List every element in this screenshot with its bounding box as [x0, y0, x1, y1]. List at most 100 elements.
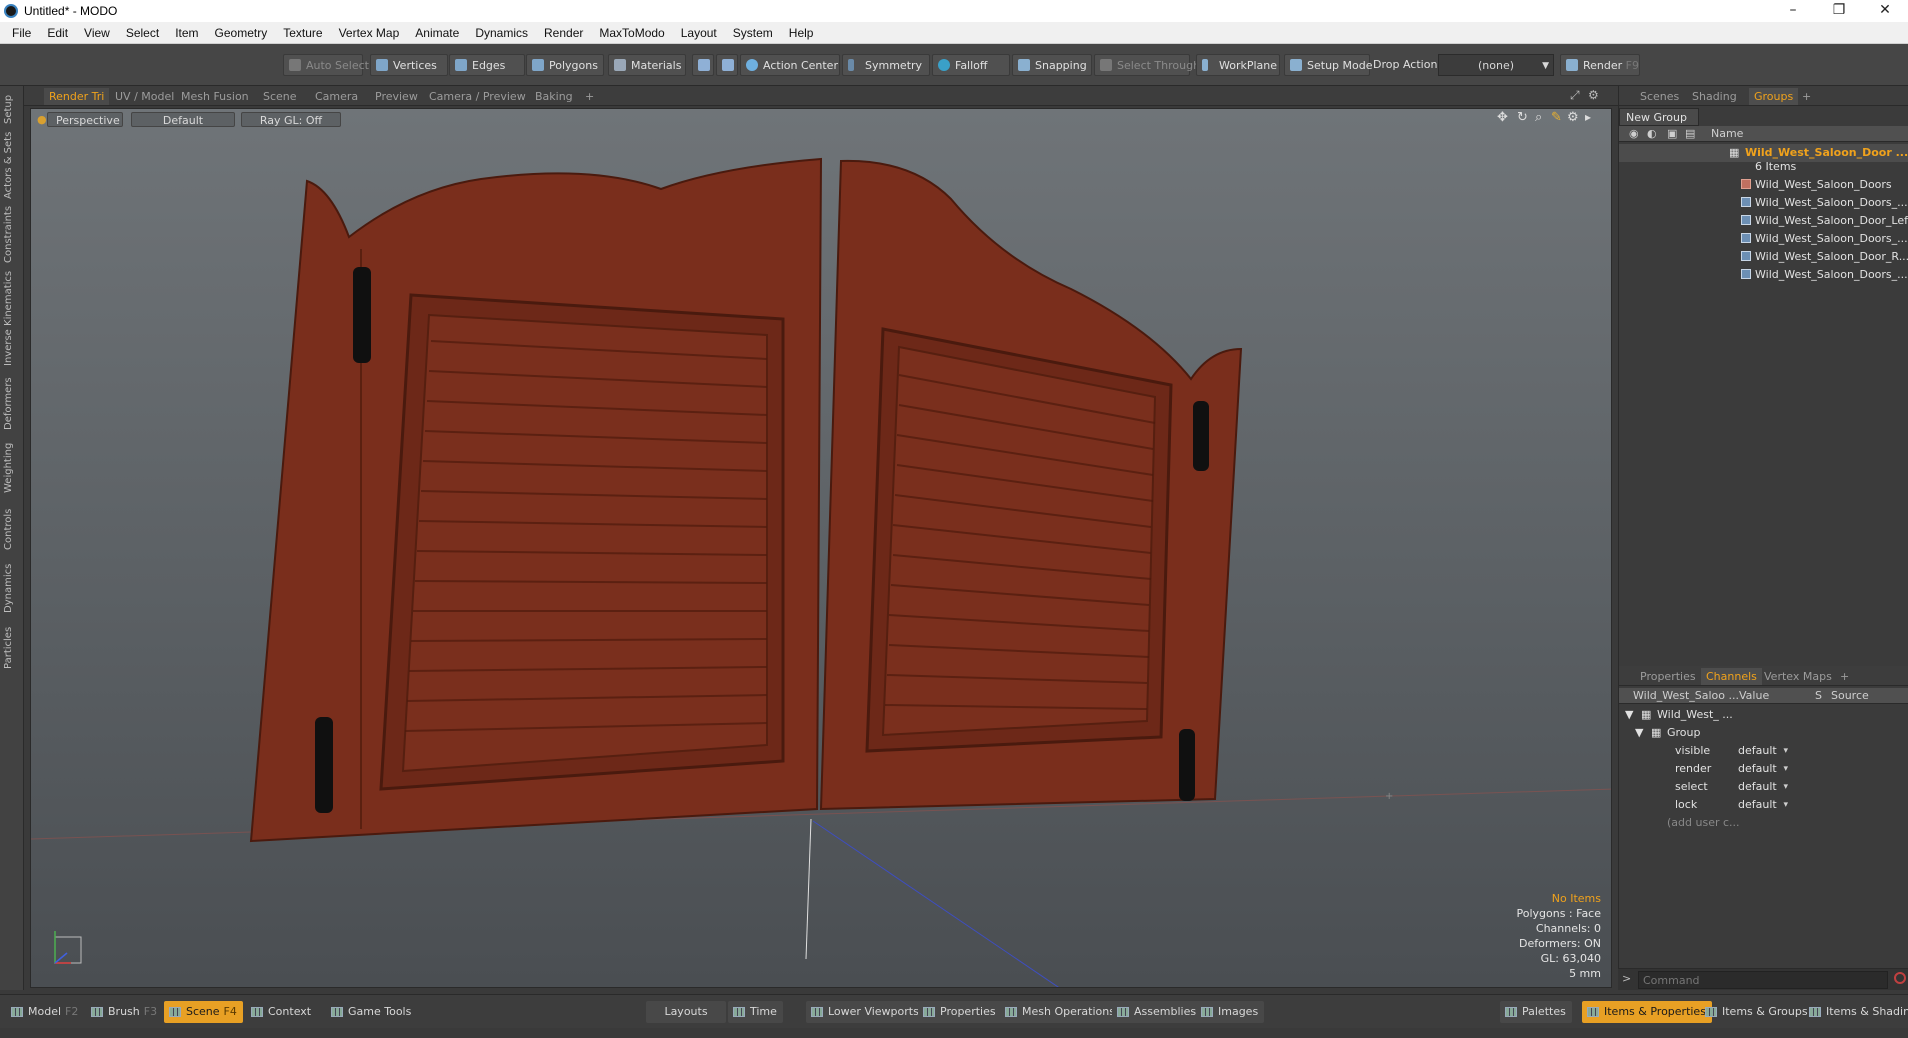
action-center-button[interactable]: Action Center — [740, 54, 840, 76]
assemblies-button[interactable]: Assemblies — [1112, 1001, 1203, 1023]
channel-row-render[interactable]: render default — [1619, 760, 1908, 778]
tab-uv-model[interactable]: UV / Model — [110, 88, 179, 105]
time-button[interactable]: Time — [728, 1001, 783, 1023]
channel-value-select[interactable]: default — [1736, 760, 1790, 778]
3d-viewport[interactable]: ● Perspective Default Ray GL: Off ✥ ↻ ⌕ … — [30, 108, 1612, 988]
tab-scene[interactable]: Scene — [258, 88, 302, 105]
items-properties-layout-button[interactable]: Items & Properties — [1582, 1001, 1712, 1023]
render-button[interactable]: Render F9 — [1560, 54, 1640, 76]
tab-setup[interactable]: Setup — [3, 92, 21, 126]
add-user-channel-row[interactable]: (add user c... — [1619, 814, 1908, 832]
command-input[interactable] — [1638, 971, 1888, 989]
tab-camera[interactable]: Camera — [310, 88, 363, 105]
tab-vertex-maps[interactable]: Vertex Maps — [1759, 668, 1837, 685]
tab-constraints[interactable]: Constraints — [3, 204, 21, 264]
expand-icon[interactable]: ▼ — [1635, 724, 1643, 742]
channels-group-row[interactable]: ▼ ▦ Group — [1619, 724, 1908, 742]
menu-render[interactable]: Render — [536, 26, 591, 40]
context-layout-button[interactable]: Context — [246, 1001, 317, 1023]
list-item[interactable]: Wild_West_Saloon_Doors_... — [1619, 266, 1908, 284]
expand-icon[interactable]: ▼ — [1625, 706, 1633, 724]
menu-help[interactable]: Help — [781, 26, 822, 40]
tab-groups[interactable]: Groups — [1749, 88, 1799, 105]
brush-layout-button[interactable]: Brush F3 — [86, 1001, 163, 1023]
channel-value-select[interactable]: default — [1736, 742, 1790, 760]
symmetry-button[interactable]: Symmetry — [842, 54, 930, 76]
menu-vertex-map[interactable]: Vertex Map — [331, 26, 408, 40]
channels-root-row[interactable]: ▼ ▦ Wild_West_ ... — [1619, 706, 1908, 724]
layouts-button[interactable]: Layouts — [646, 1001, 726, 1023]
component-mode-button-1[interactable] — [692, 54, 714, 76]
items-groups-layout-button[interactable]: Items & Groups — [1700, 1001, 1814, 1023]
drop-action-select[interactable]: (none) ▼ — [1438, 54, 1554, 76]
tab-particles[interactable]: Particles — [3, 620, 21, 676]
setup-mode-button[interactable]: Setup Mode — [1284, 54, 1372, 76]
add-panel-tab-button[interactable]: + — [1797, 88, 1816, 105]
menu-geometry[interactable]: Geometry — [207, 26, 276, 40]
channel-value-select[interactable]: default — [1736, 778, 1790, 796]
add-channels-tab-button[interactable]: + — [1835, 668, 1854, 685]
channel-row-lock[interactable]: lock default — [1619, 796, 1908, 814]
list-item[interactable]: Wild_West_Saloon_Doors_... — [1619, 230, 1908, 248]
tab-scenes[interactable]: Scenes — [1635, 88, 1684, 105]
model-layout-button[interactable]: Model F2 — [6, 1001, 84, 1023]
tab-render-tri[interactable]: Render Tri — [44, 88, 110, 105]
add-tab-button[interactable]: + — [580, 88, 599, 105]
snapping-button[interactable]: Snapping — [1012, 54, 1092, 76]
tab-controls[interactable]: Controls — [3, 502, 21, 556]
restore-button[interactable]: ❐ — [1816, 0, 1862, 22]
tab-properties[interactable]: Properties — [1635, 668, 1701, 685]
channel-row-select[interactable]: select default — [1619, 778, 1908, 796]
scene-layout-button[interactable]: Scene F4 — [164, 1001, 243, 1023]
component-mode-button-2[interactable] — [716, 54, 738, 76]
list-item[interactable]: Wild_West_Saloon_Doors — [1619, 176, 1908, 194]
record-icon[interactable] — [1894, 972, 1906, 984]
menu-dynamics[interactable]: Dynamics — [467, 26, 536, 40]
edges-button[interactable]: Edges — [449, 54, 525, 76]
auto-select-button[interactable]: Auto Select — [283, 54, 369, 76]
tab-actors-sets[interactable]: Actors & Sets — [3, 130, 21, 200]
polygons-button[interactable]: Polygons — [526, 54, 604, 76]
menu-item[interactable]: Item — [167, 26, 206, 40]
menu-layout[interactable]: Layout — [673, 26, 725, 40]
tab-dynamics[interactable]: Dynamics — [3, 560, 21, 616]
images-button[interactable]: Images — [1196, 1001, 1265, 1023]
tab-preview[interactable]: Preview — [370, 88, 423, 105]
channel-row-visible[interactable]: visible default — [1619, 742, 1908, 760]
lower-viewports-button[interactable]: Lower Viewports — [806, 1001, 925, 1023]
items-shading-layout-button[interactable]: Items & Shading — [1804, 1001, 1908, 1023]
mesh-operations-button[interactable]: Mesh Operations — [1000, 1001, 1121, 1023]
menu-select[interactable]: Select — [118, 26, 167, 40]
minimize-button[interactable]: – — [1770, 0, 1816, 22]
menu-animate[interactable]: Animate — [407, 26, 467, 40]
list-item[interactable]: Wild_West_Saloon_Door_Left — [1619, 212, 1908, 230]
tab-weighting[interactable]: Weighting — [3, 438, 21, 498]
tab-inverse-kinematics[interactable]: Inverse Kinematics — [3, 268, 21, 368]
channel-value-select[interactable]: default — [1736, 796, 1790, 814]
tab-mesh-fusion[interactable]: Mesh Fusion — [176, 88, 254, 105]
materials-button[interactable]: Materials — [608, 54, 686, 76]
tab-camera-preview[interactable]: Camera / Preview — [424, 88, 531, 105]
tab-baking[interactable]: Baking — [530, 88, 578, 105]
workplane-button[interactable]: WorkPlane — [1196, 54, 1280, 76]
menu-file[interactable]: File — [4, 26, 39, 40]
menu-texture[interactable]: Texture — [275, 26, 330, 40]
properties-button[interactable]: Properties — [918, 1001, 1002, 1023]
game-tools-layout-button[interactable]: Game Tools — [326, 1001, 417, 1023]
list-item[interactable]: Wild_West_Saloon_Doors_... — [1619, 194, 1908, 212]
vertices-button[interactable]: Vertices — [370, 54, 448, 76]
tab-deformers[interactable]: Deformers — [3, 374, 21, 434]
tab-channels[interactable]: Channels — [1701, 668, 1762, 685]
menu-view[interactable]: View — [76, 26, 118, 40]
new-group-button[interactable]: New Group — [1619, 108, 1699, 126]
gear-icon[interactable]: ⚙ — [1588, 88, 1599, 102]
select-through-button[interactable]: Select Through — [1094, 54, 1200, 76]
list-item[interactable]: Wild_West_Saloon_Door_R... — [1619, 248, 1908, 266]
tab-shading[interactable]: Shading — [1687, 88, 1742, 105]
menu-system[interactable]: System — [725, 26, 781, 40]
menu-edit[interactable]: Edit — [39, 26, 76, 40]
falloff-button[interactable]: Falloff — [932, 54, 1010, 76]
close-button[interactable]: ✕ — [1862, 0, 1908, 22]
maximize-icon[interactable]: ⤢ — [1570, 88, 1580, 103]
menu-maxtomodo[interactable]: MaxToModo — [591, 26, 672, 40]
